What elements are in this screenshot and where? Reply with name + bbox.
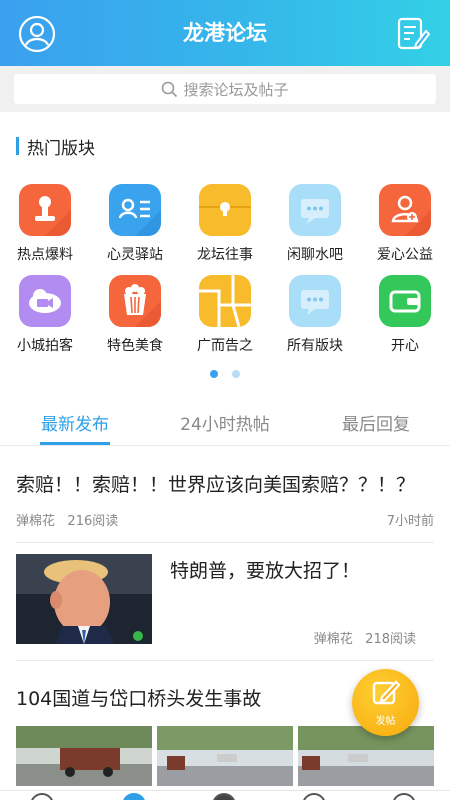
edit-icon[interactable] [396, 16, 431, 52]
board-label: 闲聊水吧 [287, 247, 343, 263]
carousel-dot-active[interactable] [210, 370, 218, 378]
post-reads: 216阅读 [67, 514, 119, 529]
page-title: 龙港论坛 [183, 21, 267, 45]
board-label: 心灵驿站 [107, 247, 163, 263]
tab-24h-hot[interactable]: 24小时热帖 [175, 410, 275, 435]
post-image [157, 726, 293, 786]
video-icon [19, 275, 71, 327]
section-title: 热门版块 [27, 138, 95, 159]
post-item[interactable]: 索赔！！索赔！！世界应该向美国索赔？？！？ 弹棉花 216阅读 7小时前 [16, 470, 434, 529]
bottom-navigation [0, 790, 450, 800]
user-add-icon [379, 184, 431, 236]
board-charity[interactable]: 爱心公益 [360, 184, 450, 264]
board-label: 小城拍客 [17, 338, 73, 354]
post-image-row [16, 726, 434, 786]
board-chat[interactable]: 闲聊水吧 [270, 184, 360, 264]
search-bar: 搜索论坛及帖子 [0, 66, 450, 112]
board-label: 爱心公益 [377, 247, 433, 263]
section-header: 热门版块 [16, 134, 95, 159]
board-label: 广而告之 [197, 338, 253, 354]
post-time: 7小时前 [386, 514, 434, 529]
divider [16, 660, 434, 661]
post-author: 弹棉花 [16, 514, 56, 529]
carousel-dot[interactable] [232, 370, 240, 378]
new-post-label: 发帖 [375, 716, 396, 727]
popcorn-icon [109, 275, 161, 327]
board-label: 热点爆料 [17, 247, 73, 263]
new-post-button[interactable]: 发帖 [352, 669, 419, 736]
board-soul[interactable]: 心灵驿站 [90, 184, 180, 264]
board-ads[interactable]: 广而告之 [180, 275, 270, 355]
chat-icon [289, 184, 341, 236]
post-item[interactable]: 特朗普，要放大招了！ 弹棉花 218阅读 [16, 554, 434, 647]
post-title: 特朗普，要放大招了！ [170, 560, 361, 582]
post-image [298, 726, 434, 786]
post-author: 弹棉花 [313, 632, 353, 647]
tab-last-reply[interactable]: 最后回复 [340, 410, 412, 435]
feed-tabs: 最新发布 24小时热帖 最后回复 [0, 400, 450, 446]
discover-icon[interactable] [212, 793, 236, 800]
post-reads: 218阅读 [365, 632, 416, 647]
post-thumbnail [16, 554, 152, 644]
message-icon[interactable] [302, 793, 326, 800]
board-happy[interactable]: 开心 [360, 275, 450, 355]
forum-icon[interactable] [122, 793, 146, 800]
board-food[interactable]: 特色美食 [90, 275, 180, 355]
chat-icon [289, 275, 341, 327]
box-icon [199, 184, 251, 236]
post-title: 索赔！！索赔！！世界应该向美国索赔？？！？ [16, 474, 416, 496]
tab-latest[interactable]: 最新发布 [40, 410, 110, 435]
board-hotspot[interactable]: 热点爆料 [0, 184, 90, 264]
board-photo[interactable]: 小城拍客 [0, 275, 90, 355]
map-icon [199, 275, 251, 327]
wallet-icon [379, 275, 431, 327]
search-input[interactable]: 搜索论坛及帖子 [14, 74, 436, 104]
board-label: 所有版块 [287, 338, 343, 354]
search-icon [162, 81, 178, 97]
post-image [16, 726, 152, 786]
board-label: 龙坛往事 [197, 247, 253, 263]
search-placeholder: 搜索论坛及帖子 [183, 80, 289, 99]
board-all[interactable]: 所有版块 [270, 275, 360, 355]
board-label: 特色美食 [107, 338, 163, 354]
board-label: 开心 [391, 338, 419, 354]
divider [16, 542, 434, 543]
carousel-indicator [0, 370, 450, 378]
board-history[interactable]: 龙坛往事 [180, 184, 270, 264]
app-header: 龙港论坛 [0, 0, 450, 66]
hotspot-icon [19, 184, 71, 236]
section-accent-bar [16, 137, 19, 155]
profile-card-icon [109, 184, 161, 236]
home-icon[interactable] [30, 793, 54, 800]
profile-icon[interactable] [392, 793, 416, 800]
edit-icon [372, 680, 400, 705]
tab-active-underline [40, 442, 110, 445]
